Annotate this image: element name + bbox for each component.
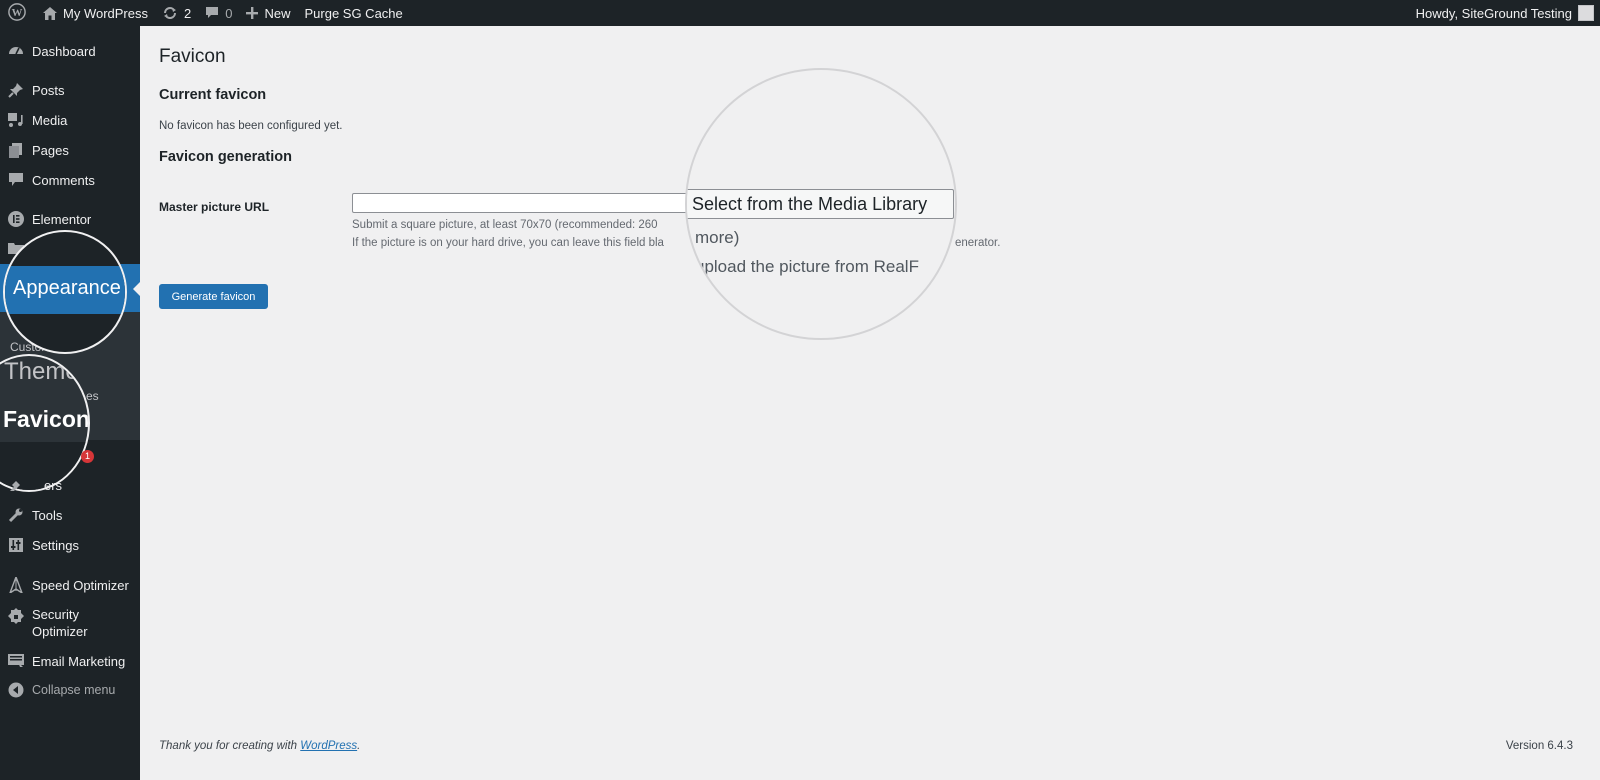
site-name: My WordPress <box>63 5 148 21</box>
sidebar-label: Settings <box>32 537 79 553</box>
sidebar-label: Elementor <box>32 211 92 227</box>
collapse-menu-button[interactable]: Collapse menu <box>0 675 140 705</box>
home-icon <box>43 6 57 20</box>
plus-icon <box>246 7 259 19</box>
generate-favicon-button[interactable]: Generate favicon <box>159 284 268 309</box>
footer-thanks-prefix: Thank you for creating with <box>159 740 301 752</box>
sidebar-item-comments[interactable]: Comments <box>0 165 140 195</box>
speed-optimizer-icon <box>8 577 24 593</box>
sidebar-item-media[interactable]: Media <box>0 105 140 135</box>
dashboard-icon <box>8 43 24 59</box>
wordpress-link[interactable]: WordPress <box>300 740 357 752</box>
updates-link[interactable]: 2 <box>155 0 198 26</box>
plugins-update-badge: 1 <box>81 450 94 463</box>
sidebar-item-email-marketing[interactable]: Email Marketing <box>0 646 140 676</box>
sidebar-label: Media <box>32 112 68 128</box>
purge-cache-label: Purge SG Cache <box>304 5 403 21</box>
magnifier-media-library: Select from the Media Library more) uplo… <box>685 68 957 340</box>
avatar <box>1578 5 1594 21</box>
elementor-icon <box>8 211 24 227</box>
magnified-themes-label[interactable]: Theme <box>4 358 79 386</box>
main-content: Favicon Current favicon No favicon has b… <box>140 26 1600 780</box>
master-picture-url-input[interactable] <box>352 193 692 213</box>
purge-cache-link[interactable]: Purge SG Cache <box>297 0 409 26</box>
sidebar-label: Dashboard <box>32 43 96 59</box>
svg-text:W: W <box>12 7 23 19</box>
pin-icon <box>8 82 24 98</box>
footer-version: Version 6.4.3 <box>1505 740 1573 752</box>
page-title: Favicon <box>159 46 226 67</box>
updates-icon <box>162 6 178 20</box>
sidebar-item-dashboard[interactable]: Dashboard <box>0 36 140 66</box>
hard-drive-hint: If the picture is on your hard drive, yo… <box>352 237 664 249</box>
wrench-icon <box>8 507 24 523</box>
my-account-link[interactable]: Howdy, SiteGround Testing <box>1409 0 1600 26</box>
current-favicon-status: No favicon has been configured yet. <box>159 120 343 132</box>
pages-icon <box>8 142 24 158</box>
admin-bar: W My WordPress 2 0 New Purge SG Cache Ho… <box>0 0 1600 26</box>
picture-size-hint: Submit a square picture, at least 70x70 … <box>352 219 658 231</box>
sidebar-item-plugins[interactable]: ers <box>0 470 140 500</box>
wordpress-logo-button[interactable]: W <box>0 0 36 26</box>
select-media-library-button[interactable]: Select from the Media Library <box>687 189 954 219</box>
sidebar-item-speed-optimizer[interactable]: Speed Optimizer <box>0 570 140 600</box>
comment-icon <box>205 6 219 20</box>
current-favicon-heading: Current favicon <box>159 87 267 103</box>
magnified-appearance-label[interactable]: Appearance <box>13 277 121 300</box>
magnified-upload-text: upload the picture from RealF <box>695 257 919 276</box>
comments-link[interactable]: 0 <box>198 0 239 26</box>
master-picture-url-label: Master picture URL <box>159 200 270 214</box>
comments-count: 0 <box>225 5 233 21</box>
magnified-hint-text: more) <box>695 228 740 247</box>
plugins-icon <box>8 477 24 493</box>
sidebar-label: ers <box>44 477 63 493</box>
sidebar-item-posts[interactable]: Posts <box>0 75 140 105</box>
sidebar-label: Comments <box>32 172 95 188</box>
footer-thanks: Thank you for creating with WordPress. <box>159 740 360 752</box>
greeting: Howdy, SiteGround Testing <box>1415 5 1572 21</box>
sidebar-label: Collapse menu <box>32 682 116 697</box>
site-name-link[interactable]: My WordPress <box>36 0 155 26</box>
sidebar-item-security-optimizer[interactable]: Security Optimizer <box>0 606 140 646</box>
new-label: New <box>264 5 291 21</box>
collapse-icon <box>8 682 24 698</box>
wordpress-logo-icon: W <box>8 2 26 24</box>
email-icon <box>8 653 24 669</box>
sidebar-label: Pages <box>32 142 69 158</box>
updates-count: 2 <box>184 5 192 21</box>
sidebar-label: Security Optimizer <box>32 607 88 639</box>
sidebar-item-settings[interactable]: Settings <box>0 530 140 560</box>
media-icon <box>8 112 24 128</box>
comment-icon <box>8 172 24 188</box>
sidebar-label: Email Marketing <box>32 653 126 669</box>
sidebar-label: Tools <box>32 507 63 523</box>
settings-icon <box>8 537 24 553</box>
favicon-generation-heading: Favicon generation <box>159 149 292 165</box>
new-content-link[interactable]: New <box>239 0 297 26</box>
magnifier-appearance: Appearance <box>3 230 127 354</box>
sidebar-label: Posts <box>32 82 65 98</box>
admin-sidebar: Dashboard Posts Media Pages Comments Ele… <box>0 26 140 780</box>
hard-drive-hint-tail: enerator. <box>955 237 1001 249</box>
magnified-favicon-label[interactable]: Favicon <box>3 406 88 433</box>
footer-thanks-suffix: . <box>357 740 361 752</box>
submenu-partial-label: es <box>86 389 99 403</box>
security-icon <box>8 608 24 624</box>
sidebar-label: Speed Optimizer <box>32 577 129 593</box>
sidebar-item-pages[interactable]: Pages <box>0 135 140 165</box>
sidebar-item-tools[interactable]: Tools <box>0 500 140 530</box>
